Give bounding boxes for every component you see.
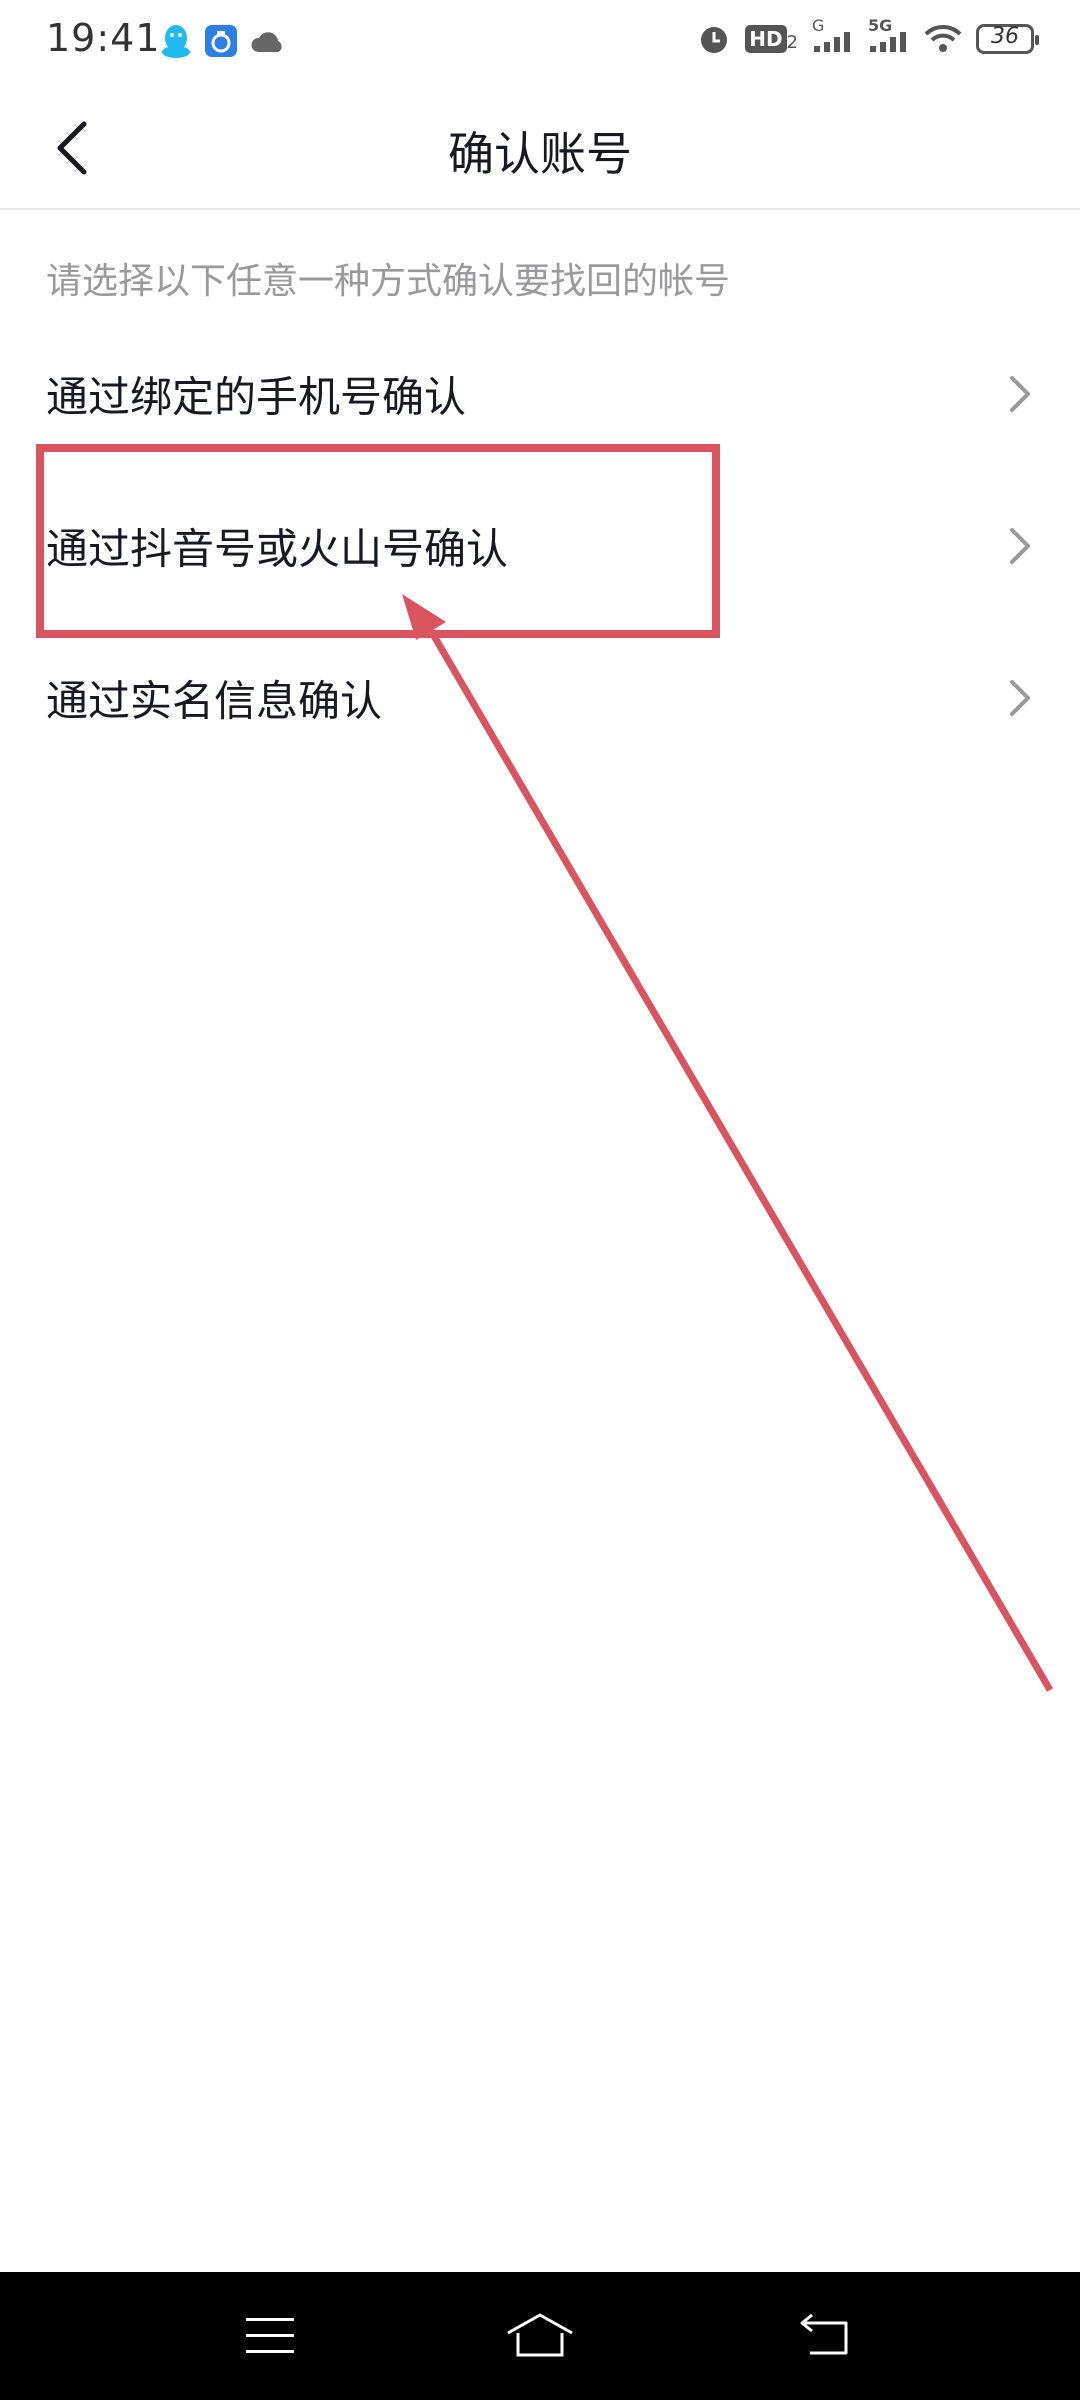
5g-signal-icon: 5G — [868, 16, 910, 54]
chevron-right-icon — [1010, 528, 1030, 564]
app-notification-icon — [204, 24, 238, 58]
status-bar: 19:41 HD 2 G 5G 36 — [0, 0, 1080, 84]
menu-button[interactable] — [200, 2272, 340, 2400]
instruction-text: 请选择以下任意一种方式确认要找回的帐号 — [46, 261, 731, 302]
status-notification-icons — [160, 22, 286, 60]
option-label: 通过绑定的手机号确认 — [46, 372, 467, 422]
chevron-right-icon — [1010, 376, 1030, 412]
option-label: 通过抖音号或火山号确认 — [46, 524, 509, 574]
back-nav-button[interactable] — [754, 2272, 894, 2400]
chevron-right-icon — [1010, 680, 1030, 716]
nav-bar: 确认账号 — [0, 84, 1080, 210]
option-realname-verify[interactable]: 通过实名信息确认 — [0, 622, 1080, 774]
battery-level: 36 — [991, 24, 1019, 49]
hd-icon: HD 2 — [745, 25, 798, 53]
home-button[interactable] — [470, 2272, 610, 2400]
wifi-icon — [924, 24, 962, 54]
option-douyin-id-verify[interactable]: 通过抖音号或火山号确认 — [0, 470, 1080, 622]
status-system-icons: HD 2 G 5G 36 — [697, 16, 1039, 56]
home-icon — [507, 2313, 573, 2357]
system-nav-bar — [0, 2272, 1080, 2400]
menu-icon — [246, 2318, 294, 2353]
option-label: 通过实名信息确认 — [46, 676, 383, 726]
signal-icon: G — [812, 16, 854, 54]
cloud-icon — [250, 26, 286, 56]
qq-icon — [160, 22, 192, 60]
back-icon — [800, 2313, 848, 2355]
page-title: 确认账号 — [448, 127, 632, 181]
option-phone-verify[interactable]: 通过绑定的手机号确认 — [0, 318, 1080, 470]
battery-icon: 36 — [976, 24, 1039, 54]
status-time: 19:41 — [46, 16, 161, 60]
alarm-icon — [697, 22, 731, 56]
